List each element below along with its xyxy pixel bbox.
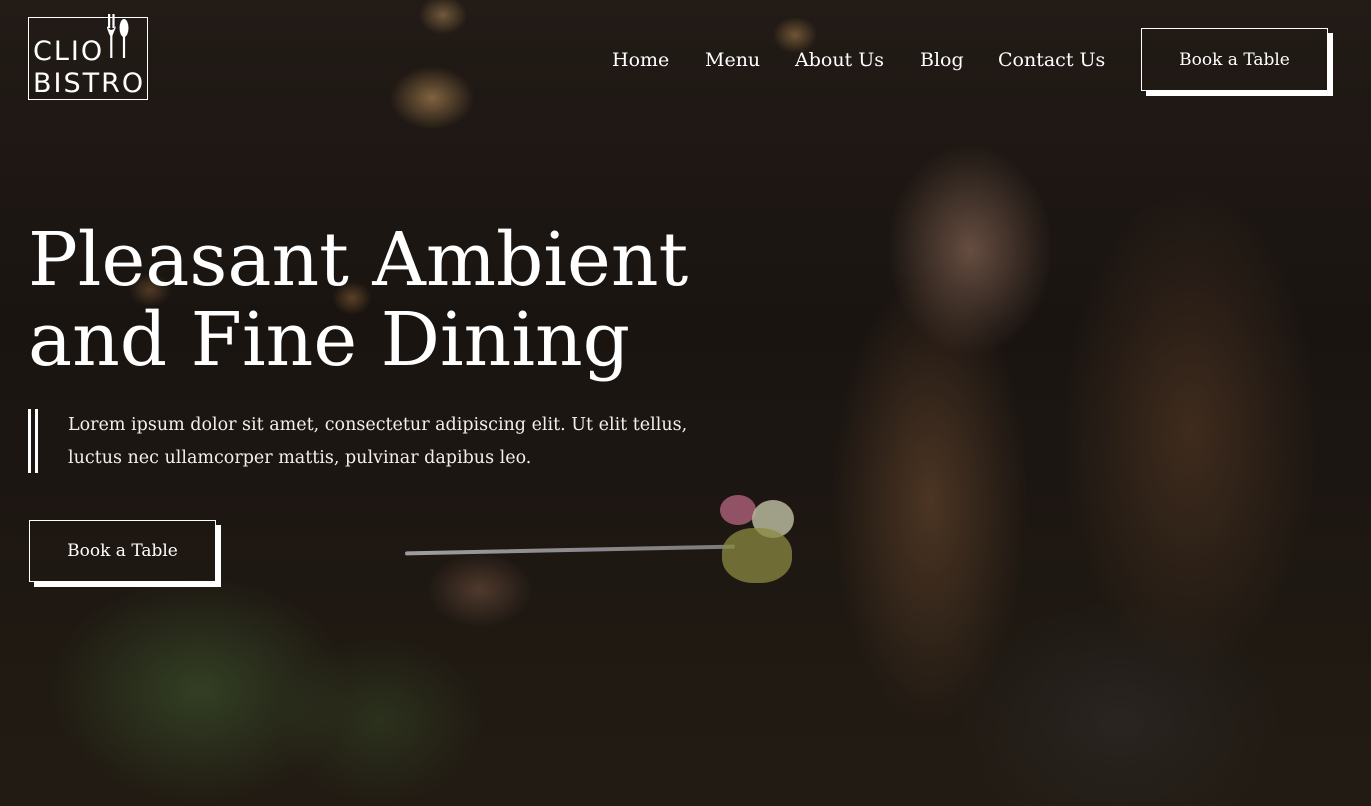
food-image [720,495,756,525]
book-table-header-button[interactable]: Book a Table [1141,28,1328,91]
hero-description-line-2: luctus nec ullamcorper mattis, pulvinar … [68,448,532,468]
hero-background-photo [0,0,1371,806]
hero-title: Pleasant Ambient and Fine Dining [28,220,748,380]
food-image [752,500,794,538]
nav-item-home[interactable]: Home [612,47,669,73]
hero-description-line-1: Lorem ipsum dolor sit amet, consectetur … [68,415,688,435]
nav-item-blog[interactable]: Blog [920,47,964,73]
quote-divider [35,409,38,473]
nav-item-menu[interactable]: Menu [705,47,760,73]
nav-item-contact-us[interactable]: Contact Us [998,47,1105,73]
nav-item-about-us[interactable]: About Us [795,47,884,73]
hero-title-line-2: and Fine Dining [28,297,631,383]
food-image [722,528,792,583]
logo-text-line-2: BISTRO [33,68,146,99]
hero-description: Lorem ipsum dolor sit amet, consectetur … [68,409,688,475]
hero-title-line-1: Pleasant Ambient [28,217,689,303]
book-table-hero-button[interactable]: Book a Table [29,520,216,582]
quote-divider [28,409,31,473]
fork-image [404,544,736,556]
